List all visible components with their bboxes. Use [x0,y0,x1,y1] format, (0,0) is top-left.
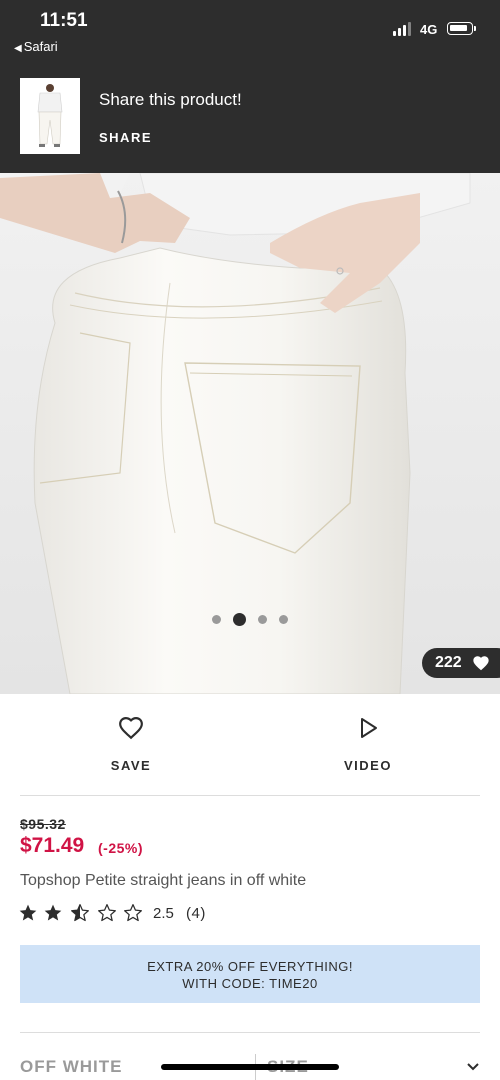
carousel-dots [0,611,500,627]
carousel-dot-2[interactable] [233,613,246,627]
sale-price: $71.49 [20,834,85,857]
star-full-icon [44,904,62,921]
play-icon [361,718,377,738]
carousel-dot-3[interactable] [258,615,267,625]
carousel-dot-4[interactable] [279,615,288,625]
heart-outline-icon [119,717,143,740]
status-time: 11:51 [40,10,88,31]
divider [20,1032,480,1033]
back-to-safari[interactable]: ◀ Safari [14,39,58,54]
share-title: Share this product! [99,90,242,109]
battery-cap [474,26,476,31]
discount-percent: (-25%) [98,840,144,856]
star-full-icon [19,904,37,921]
product-title: Topshop Petite straight jeans in off whi… [20,872,307,889]
colour-label: OFF WHITE [20,1057,123,1076]
heart-filled-icon [473,656,489,671]
share-banner: 11:51 ◀ Safari 4G Share this product! SHA… [0,0,500,173]
star-empty-icon [124,904,142,922]
divider [20,795,480,796]
video-label: VIDEO [344,758,392,773]
promo-banner[interactable]: EXTRA 20% OFF EVERYTHING! WITH CODE: TIM… [20,945,480,1003]
video-button[interactable]: VIDEO [308,716,428,780]
share-button[interactable]: SHARE [99,130,152,145]
battery-icon [447,22,473,35]
save-button[interactable]: SAVE [71,716,191,780]
star-empty-icon [98,904,116,922]
carousel-dot-1[interactable] [212,615,221,625]
rating-count: (4) [186,905,206,922]
back-arrow-icon: ◀ [14,43,22,54]
save-label: SAVE [110,758,152,773]
back-app-label: Safari [23,39,58,54]
home-indicator[interactable] [161,1064,339,1070]
promo-line-2: WITH CODE: TIME20 [182,976,318,991]
chevron-down-icon [467,1063,479,1071]
network-type: 4G [420,22,438,37]
likes-count: 222 [435,654,462,671]
likes-badge[interactable]: 222 [422,648,500,678]
rating-value: 2.5 [153,905,174,922]
promo-line-1: EXTRA 20% OFF EVERYTHING! [147,959,353,974]
star-half-icon [71,904,89,922]
original-price: $95.32 [20,816,66,832]
signal-icon [393,22,413,36]
share-product-thumbnail [20,78,80,154]
